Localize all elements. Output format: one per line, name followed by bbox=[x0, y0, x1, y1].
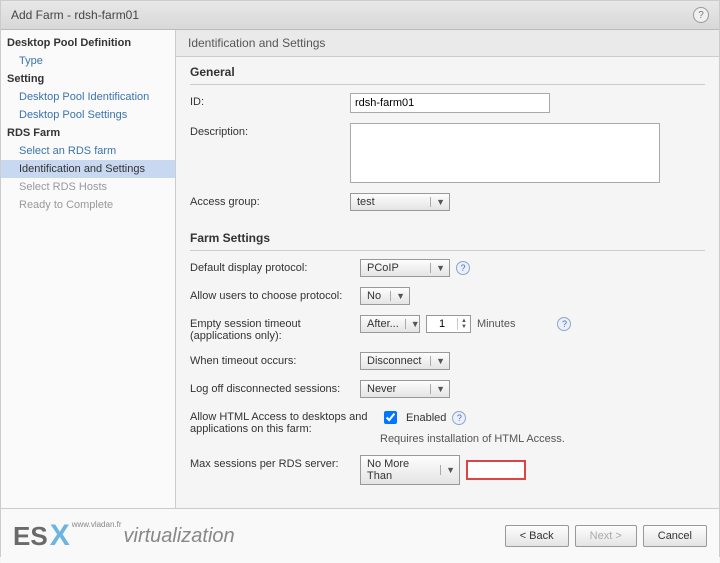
id-label: ID: bbox=[190, 93, 350, 108]
sidebar-item-hosts: Select RDS Hosts bbox=[1, 178, 175, 196]
sidebar-item-ready: Ready to Complete bbox=[1, 196, 175, 214]
max-sessions-input[interactable] bbox=[466, 460, 526, 480]
access-group-value: test bbox=[357, 196, 375, 208]
sidebar-item-dps[interactable]: Desktop Pool Settings bbox=[1, 106, 175, 124]
logo-rest: virtualization bbox=[124, 525, 235, 548]
content-panel: Identification and Settings General ID: … bbox=[176, 30, 719, 508]
footer: ESXwww.vladan.frvirtualization < Back Ne… bbox=[1, 508, 719, 563]
farm-settings-heading: Farm Settings bbox=[190, 231, 705, 251]
sidebar-item-type[interactable]: Type bbox=[1, 52, 175, 70]
help-icon[interactable]: ? bbox=[693, 7, 709, 23]
window-title: Add Farm - rdsh-farm01 bbox=[11, 8, 139, 22]
general-heading: General bbox=[190, 65, 705, 85]
help-icon[interactable]: ? bbox=[557, 317, 571, 331]
chevron-down-icon: ▼ bbox=[405, 319, 420, 329]
allow-choose-value: No bbox=[367, 290, 381, 302]
logoff-label: Log off disconnected sessions: bbox=[190, 380, 360, 395]
html-access-label: Allow HTML Access to desktops and applic… bbox=[190, 408, 380, 435]
protocol-label: Default display protocol: bbox=[190, 259, 360, 274]
empty-timeout-value: After... bbox=[367, 318, 399, 330]
max-sessions-label: Max sessions per RDS server: bbox=[190, 455, 360, 470]
when-timeout-value: Disconnect bbox=[367, 355, 421, 367]
chevron-down-icon: ▼ bbox=[440, 465, 455, 475]
empty-timeout-select[interactable]: After... ▼ bbox=[360, 315, 420, 333]
protocol-value: PCoIP bbox=[367, 262, 399, 274]
chevron-down-icon: ▼ bbox=[430, 197, 445, 207]
max-sessions-select[interactable]: No More Than ▼ bbox=[360, 455, 460, 485]
sidebar-item-identification[interactable]: Identification and Settings bbox=[1, 160, 175, 178]
id-input[interactable] bbox=[350, 93, 550, 113]
logoff-value: Never bbox=[367, 383, 396, 395]
html-enabled-checkbox[interactable] bbox=[384, 411, 397, 424]
protocol-select[interactable]: PCoIP ▼ bbox=[360, 259, 450, 277]
sidebar-group-definition: Desktop Pool Definition bbox=[1, 34, 175, 52]
empty-timeout-label: Empty session timeout (applications only… bbox=[190, 315, 360, 342]
minutes-label: Minutes bbox=[477, 318, 516, 330]
chevron-down-icon: ▼ bbox=[390, 291, 405, 301]
timeout-minutes-stepper[interactable]: ▲▼ bbox=[426, 315, 471, 333]
titlebar: Add Farm - rdsh-farm01 ? bbox=[1, 1, 719, 30]
chevron-down-icon: ▼ bbox=[430, 356, 445, 366]
logo-es: ES bbox=[13, 521, 48, 552]
when-timeout-select[interactable]: Disconnect ▼ bbox=[360, 352, 450, 370]
content-heading: Identification and Settings bbox=[176, 30, 719, 57]
sidebar-item-select-rds[interactable]: Select an RDS farm bbox=[1, 142, 175, 160]
html-requires-note: Requires installation of HTML Access. bbox=[380, 433, 565, 445]
when-timeout-label: When timeout occurs: bbox=[190, 352, 360, 367]
description-label: Description: bbox=[190, 123, 350, 138]
allow-choose-select[interactable]: No ▼ bbox=[360, 287, 410, 305]
html-enabled-label: Enabled bbox=[406, 412, 446, 424]
chevron-down-icon: ▼ bbox=[430, 263, 445, 273]
footer-buttons: < Back Next > Cancel bbox=[505, 525, 707, 547]
allow-choose-label: Allow users to choose protocol: bbox=[190, 287, 360, 302]
cancel-button[interactable]: Cancel bbox=[643, 525, 707, 547]
sidebar-group-setting: Setting bbox=[1, 70, 175, 88]
logo: ESXwww.vladan.frvirtualization bbox=[13, 519, 235, 553]
help-icon[interactable]: ? bbox=[452, 411, 466, 425]
next-button: Next > bbox=[575, 525, 637, 547]
logoff-select[interactable]: Never ▼ bbox=[360, 380, 450, 398]
sidebar: Desktop Pool Definition Type Setting Des… bbox=[1, 30, 176, 508]
access-group-select[interactable]: test ▼ bbox=[350, 193, 450, 211]
max-sessions-value: No More Than bbox=[367, 458, 434, 482]
description-textarea[interactable] bbox=[350, 123, 660, 183]
timeout-minutes-input[interactable] bbox=[427, 316, 457, 332]
access-group-label: Access group: bbox=[190, 193, 350, 208]
chevron-down-icon[interactable]: ▼ bbox=[461, 324, 467, 330]
back-button[interactable]: < Back bbox=[505, 525, 569, 547]
logo-sub: www.vladan.fr bbox=[72, 520, 122, 529]
chevron-down-icon: ▼ bbox=[430, 384, 445, 394]
sidebar-item-dpi[interactable]: Desktop Pool Identification bbox=[1, 88, 175, 106]
logo-x: X bbox=[50, 519, 70, 553]
help-icon[interactable]: ? bbox=[456, 261, 470, 275]
sidebar-group-rdsfarm: RDS Farm bbox=[1, 124, 175, 142]
